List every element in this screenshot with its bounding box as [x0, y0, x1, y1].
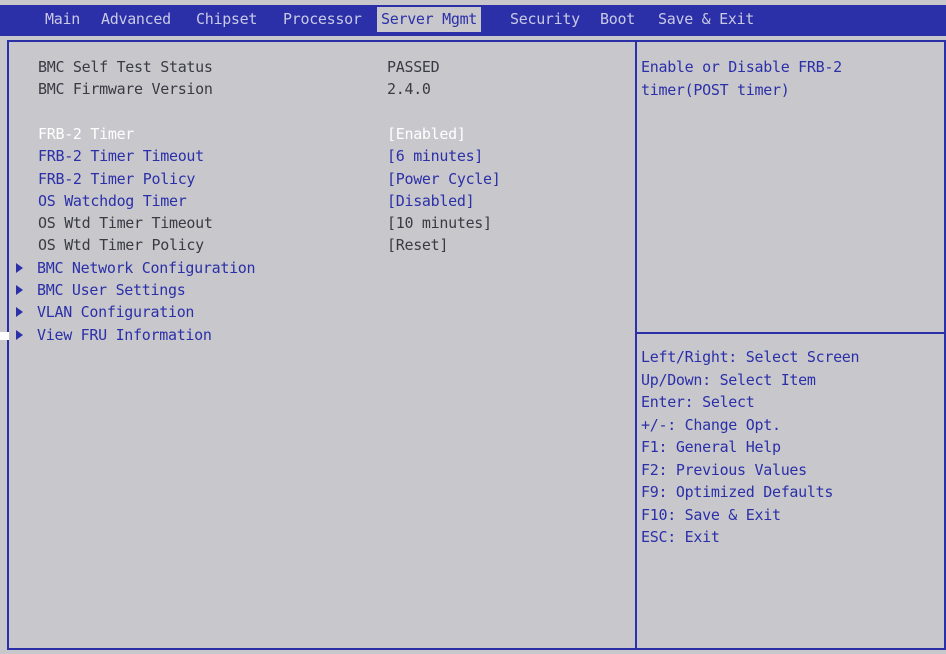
tab-main[interactable]: Main: [41, 7, 84, 32]
tab-chipset[interactable]: Chipset: [192, 7, 261, 32]
submenu-label[interactable]: BMC Network Configuration: [37, 258, 256, 278]
submenu-arrow-icon: [16, 285, 23, 295]
submenu-label[interactable]: VLAN Configuration: [37, 302, 194, 322]
os-wtd-policy-value: [Reset]: [387, 236, 449, 254]
frb2-timeout-label[interactable]: FRB-2 Timer Timeout: [38, 146, 204, 166]
key-hint: F1: General Help: [641, 438, 781, 456]
tab-advanced[interactable]: Advanced: [97, 7, 175, 32]
os-wtd-timeout-label: OS Wtd Timer Timeout: [38, 214, 213, 232]
key-hint: ESC: Exit: [641, 528, 720, 546]
bmc-firmware-value: 2.4.0: [387, 80, 431, 98]
key-legend: Left/Right: Select Screen Up/Down: Selec…: [641, 346, 860, 549]
help-description-line: Enable or Disable FRB-2: [641, 58, 842, 76]
menu-bar-top-edge: [0, 0, 946, 5]
key-hint: Enter: Select: [641, 393, 755, 411]
panel-divider: [635, 42, 637, 648]
frb2-policy-value[interactable]: [Power Cycle]: [387, 169, 501, 189]
frb2-policy-label[interactable]: FRB-2 Timer Policy: [38, 169, 195, 189]
bmc-firmware-label: BMC Firmware Version: [38, 80, 213, 98]
os-watchdog-value[interactable]: [Disabled]: [387, 191, 475, 211]
frb2-timeout-value[interactable]: [6 minutes]: [387, 146, 483, 166]
left-edge-marker: [0, 332, 9, 340]
key-hint: Up/Down: Select Item: [641, 370, 816, 389]
os-wtd-policy-label: OS Wtd Timer Policy: [38, 236, 204, 254]
os-watchdog-label[interactable]: OS Watchdog Timer: [38, 191, 187, 211]
key-hint: F10: Save & Exit: [641, 505, 781, 524]
frb2-timer-label[interactable]: FRB-2 Timer: [38, 124, 134, 144]
submenu-label[interactable]: View FRU Information: [37, 325, 212, 345]
menu-bar: Main Advanced Chipset Processor Server M…: [0, 0, 946, 36]
key-hint: +/-: Change Opt.: [641, 415, 781, 434]
key-hint: F2: Previous Values: [641, 460, 807, 479]
frb2-timer-value[interactable]: [Enabled]: [387, 124, 466, 144]
key-hint: Left/Right: Select Screen: [641, 348, 860, 366]
submenu-arrow-icon: [16, 330, 23, 340]
tab-server-mgmt[interactable]: Server Mgmt: [377, 7, 482, 32]
bmc-self-test-value: PASSED: [387, 58, 440, 76]
os-wtd-timeout-value: [10 minutes]: [387, 214, 492, 232]
tab-security[interactable]: Security: [506, 7, 584, 32]
bmc-self-test-label: BMC Self Test Status: [38, 58, 213, 76]
help-description-line: timer(POST timer): [641, 80, 790, 99]
key-hint: F9: Optimized Defaults: [641, 483, 834, 501]
submenu-arrow-icon: [16, 263, 23, 273]
tab-save-exit[interactable]: Save & Exit: [654, 7, 758, 32]
help-description: Enable or Disable FRB-2 timer(POST timer…: [641, 56, 842, 101]
tab-processor[interactable]: Processor: [279, 7, 366, 32]
help-divider: [637, 332, 944, 334]
submenu-arrow-icon: [16, 307, 23, 317]
submenu-label[interactable]: BMC User Settings: [37, 280, 186, 300]
tab-boot[interactable]: Boot: [596, 7, 639, 32]
main-frame: [7, 40, 946, 650]
